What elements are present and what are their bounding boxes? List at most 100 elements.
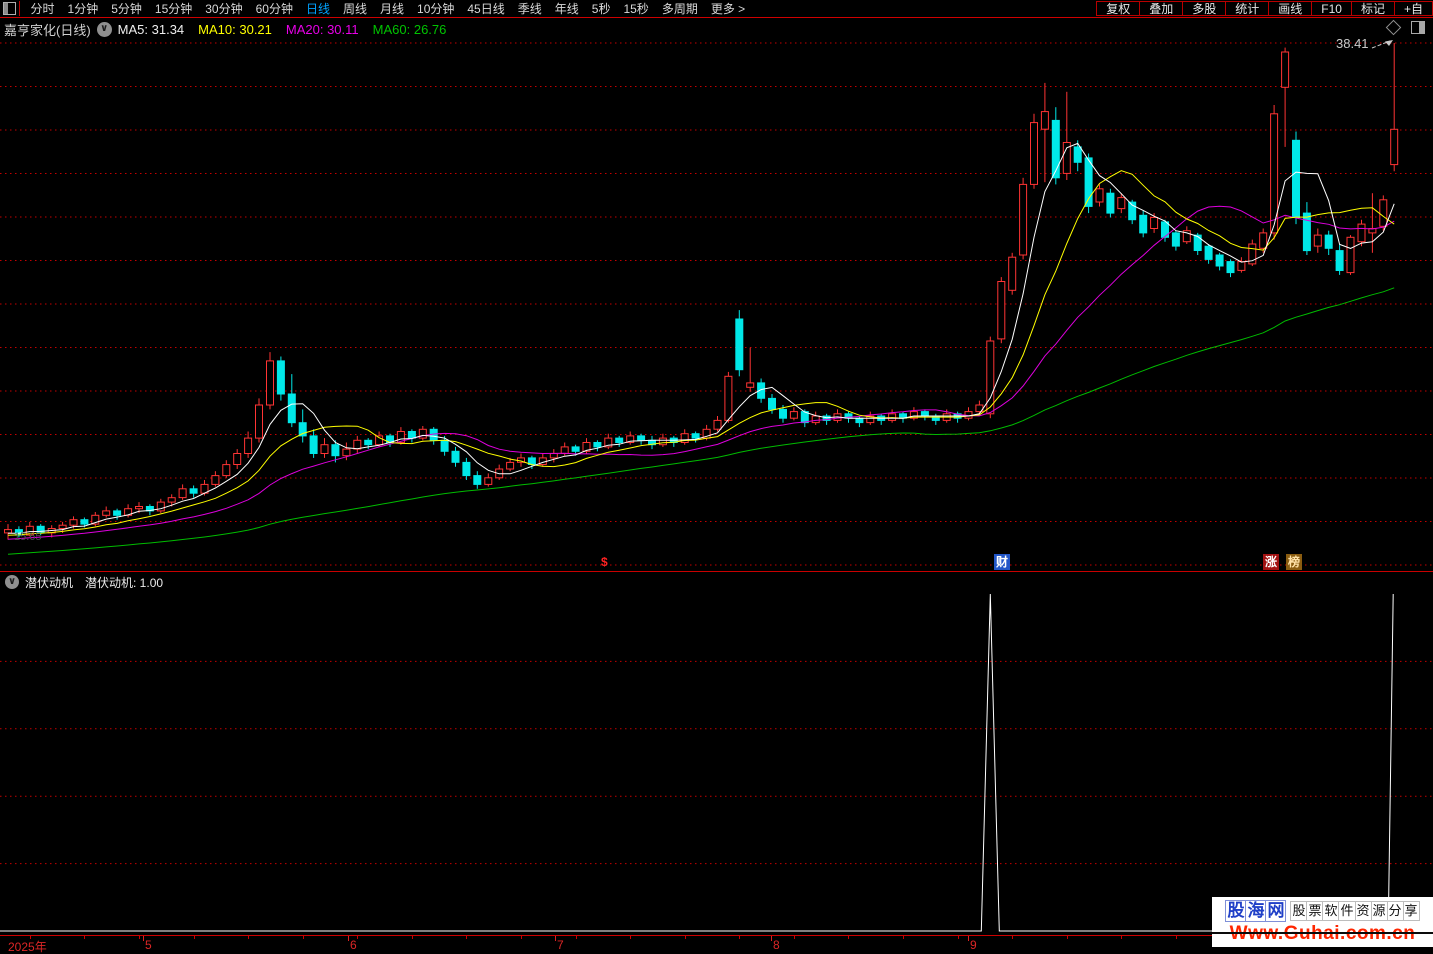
chart-badge[interactable]: $ — [599, 554, 610, 570]
axis-label: 9 — [970, 938, 977, 952]
menu-separator — [19, 1, 20, 16]
right-menu-item[interactable]: 标记 — [1351, 1, 1395, 16]
indicator-chart[interactable] — [0, 592, 1433, 935]
watermark-char: 股 — [1225, 900, 1247, 922]
axis-tick — [84, 936, 85, 939]
candles — [4, 43, 1399, 540]
axis-label: 5 — [145, 938, 152, 952]
axis-tick — [1176, 936, 1177, 939]
timeframe-item[interactable]: 季线 — [511, 0, 548, 17]
chart-badge[interactable]: 榜 — [1286, 554, 1303, 570]
right-menu-item[interactable]: 复权 — [1096, 1, 1141, 16]
axis-tick — [139, 936, 140, 939]
timeframe-item[interactable]: 15秒 — [617, 0, 655, 17]
axis-tick — [630, 936, 631, 939]
axis-tick — [1067, 936, 1068, 939]
ma60-line — [7, 287, 1395, 555]
axis-tick-month — [771, 936, 772, 941]
watermark-char: 分 — [1387, 901, 1404, 921]
watermark-row1: 股海网 股票软件资源分享 — [1212, 899, 1433, 923]
chart-badge[interactable]: 财 — [994, 554, 1011, 570]
watermark: 股海网 股票软件资源分享 Www.Guhai.com.cn — [1212, 897, 1433, 947]
ma-labels: MA5: 31.34 MA10: 30.21 MA20: 30.11 MA60: 26… — [118, 22, 461, 37]
main-chart[interactable] — [0, 40, 1433, 571]
axis-tick — [412, 936, 413, 939]
axis-tick — [303, 936, 304, 939]
chevron-down-icon[interactable]: ∨ — [96, 21, 112, 37]
timeframe-item[interactable]: 15分钟 — [148, 0, 198, 17]
axis-tick — [357, 936, 358, 939]
timeframe-menu: 分时 1分钟 5分钟 15分钟 30分钟 60分钟 日线 周线 月线 10分钟 45日线 季线 年线 5秒… — [24, 0, 752, 17]
ma-value-ma5: MA5: 31.34 — [117, 21, 185, 37]
window-icon[interactable] — [3, 2, 16, 15]
watermark-char: 享 — [1403, 901, 1420, 921]
timeframe-item[interactable]: 10分钟 — [411, 0, 461, 17]
right-menu-item[interactable]: 统计 — [1226, 1, 1270, 16]
watermark-char: 资 — [1355, 901, 1372, 921]
axis-tick — [685, 936, 686, 939]
watermark-line — [1212, 932, 1433, 934]
axis-tick-month — [555, 936, 556, 941]
indicator-name[interactable]: 潜伏动机 — [25, 574, 73, 591]
timeframe-item[interactable]: 多周期 — [655, 0, 704, 17]
axis-label: 2025年 — [8, 940, 47, 954]
chart-badge[interactable]: 涨 — [1263, 554, 1280, 570]
watermark-char: 网 — [1266, 900, 1287, 922]
right-menu: 复权 叠加 多股 统计 画线 F10 标记 +自 — [1096, 1, 1433, 16]
ma-value-ma10: MA10: 30.21 — [198, 21, 272, 37]
timeframe-item[interactable]: 更多 > — [704, 0, 751, 17]
axis-tick — [958, 936, 959, 939]
timeframe-item[interactable]: 日线 — [299, 0, 336, 17]
low-price-label: 15.65 — [14, 531, 42, 543]
axis-tick — [248, 936, 249, 939]
info-bar-icons — [1385, 19, 1425, 36]
panel-separator — [0, 571, 1433, 572]
watermark-char: 股 — [1290, 901, 1308, 921]
price-annotation: 38.41 — [1336, 36, 1397, 51]
right-menu-item[interactable]: F10 — [1312, 1, 1352, 16]
price-annotation-arrow — [1371, 39, 1393, 48]
ma-value-ma20: MA20: 30.11 — [285, 21, 359, 37]
timeframe-item[interactable]: 30分钟 — [199, 0, 249, 17]
watermark-url: Www.Guhai.com.cn — [1229, 923, 1416, 944]
high-price-label: 38.41 — [1336, 36, 1369, 51]
right-menu-item[interactable]: 叠加 — [1140, 1, 1184, 16]
axis-tick — [521, 936, 522, 939]
main-chart-svg[interactable] — [0, 40, 1433, 571]
axis-tick-month — [968, 936, 969, 941]
watermark-char: 软 — [1323, 901, 1340, 921]
axis-tick — [903, 936, 904, 939]
watermark-slogan: 股票软件资源分享 — [1290, 901, 1420, 921]
watermark-char: 源 — [1371, 901, 1388, 921]
info-bar: 嘉亨家化(日线) ∨ MA5: 31.34 MA10: 30.21 MA20: 30… — [0, 18, 1433, 40]
ma5-line — [8, 142, 1395, 534]
axis-label: 6 — [350, 938, 357, 952]
timeframe-item[interactable]: 月线 — [374, 0, 411, 17]
right-menu-item[interactable]: 画线 — [1269, 1, 1313, 16]
menu-bar: 分时 1分钟 5分钟 15分钟 30分钟 60分钟 日线 周线 月线 10分钟 45日线 季线 年线 5秒… — [0, 0, 1433, 18]
indicator-header: ∨ 潜伏动机 潜伏动机: 1.00 — [0, 573, 1433, 591]
watermark-site: 股海网 — [1225, 900, 1287, 922]
indicator-chevron-down-icon[interactable]: ∨ — [5, 575, 19, 589]
indicator-chart-svg[interactable] — [0, 592, 1433, 935]
right-menu-item[interactable]: 多股 — [1183, 1, 1227, 16]
timeframe-item[interactable]: 年线 — [548, 0, 585, 17]
timeframe-item[interactable]: 周线 — [336, 0, 373, 17]
axis-tick — [848, 936, 849, 939]
timeframe-item[interactable]: 5秒 — [585, 0, 617, 17]
ma20-line — [7, 205, 1395, 540]
timeframe-item[interactable]: 1分钟 — [61, 0, 105, 17]
timeframe-item[interactable]: 60分钟 — [249, 0, 299, 17]
axis-tick — [466, 936, 467, 939]
axis-tick — [576, 936, 577, 939]
indicator-value: 潜伏动机: 1.00 — [85, 575, 164, 590]
maximize-icon[interactable] — [1411, 21, 1425, 34]
timeframe-item[interactable]: 45日线 — [461, 0, 511, 17]
watermark-char: 件 — [1339, 901, 1356, 921]
watermark-char: 海 — [1246, 900, 1267, 922]
timeframe-item[interactable]: 分时 — [24, 0, 61, 17]
diamond-icon[interactable] — [1385, 19, 1402, 36]
axis-label: 7 — [557, 938, 564, 952]
timeframe-item[interactable]: 5分钟 — [105, 0, 149, 17]
right-menu-item[interactable]: +自 — [1394, 1, 1433, 16]
